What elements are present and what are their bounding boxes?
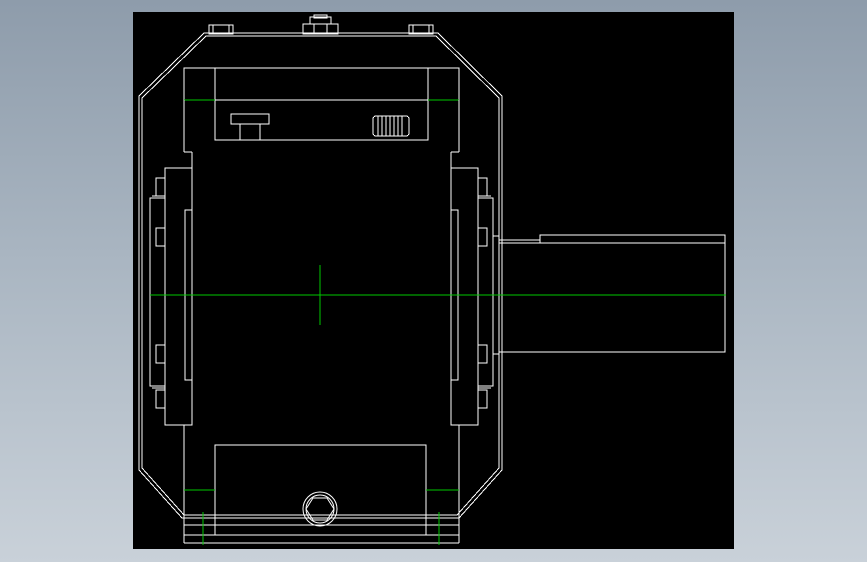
oil-level-plug [230, 113, 270, 141]
drain-plug-hex [302, 491, 338, 527]
output-shaft [499, 234, 726, 353]
top-cover [183, 67, 460, 168]
vent-plug-knurled [372, 115, 410, 137]
gearbox-drawing [138, 14, 726, 545]
bearing-cap-left [149, 167, 193, 426]
cad-viewport[interactable] [0, 0, 867, 562]
bearing-cap-right [450, 167, 500, 426]
top-breather-plug [302, 14, 339, 35]
bottom-cover [183, 424, 460, 545]
